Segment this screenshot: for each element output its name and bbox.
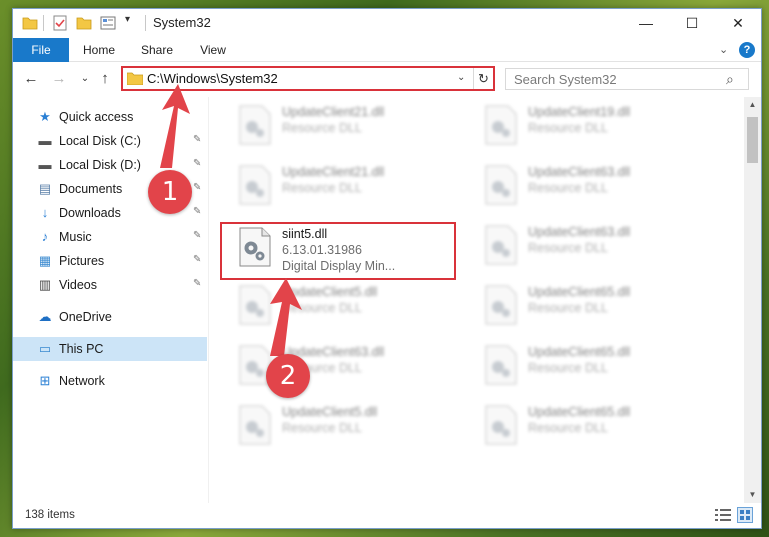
arrow-2-icon: [270, 278, 302, 356]
arrow-1-icon: [160, 84, 190, 168]
annotation-arrows: [160, 84, 302, 356]
step-1-badge: 1: [148, 170, 192, 214]
step-2-badge: 2: [266, 354, 310, 398]
